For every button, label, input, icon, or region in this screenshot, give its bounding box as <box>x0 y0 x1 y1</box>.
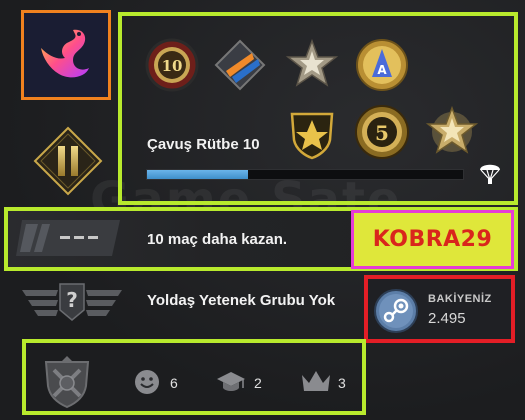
xp-progress-fill <box>147 170 249 179</box>
svg-text:10: 10 <box>162 57 183 75</box>
five-year-coin-icon[interactable]: 5 <box>354 104 410 160</box>
double-chevron-rank-icon <box>33 126 103 196</box>
avatar-highlight-frame <box>21 10 111 100</box>
service-10-coin-icon[interactable]: 10 <box>144 37 200 93</box>
svg-text:A: A <box>377 63 387 77</box>
silver-star-medal-icon[interactable] <box>284 37 340 93</box>
xp-progress-bar <box>146 169 464 180</box>
gold-pin-icon[interactable]: A <box>354 37 410 93</box>
commendations-highlight-frame <box>22 339 366 415</box>
gold-star-medal-icon[interactable] <box>424 104 480 160</box>
wallet-highlight-frame <box>364 275 515 343</box>
svg-text:5: 5 <box>375 121 389 145</box>
parachute-icon[interactable] <box>478 160 502 186</box>
svg-text:?: ? <box>66 288 78 312</box>
gold-shield-medal-icon[interactable] <box>284 104 340 160</box>
skill-group-text: Yoldaş Yetenek Grubu Yok <box>147 292 336 309</box>
operation-coin-icon[interactable] <box>212 37 268 93</box>
promo-highlight-frame <box>351 210 514 269</box>
rank-name: Çavuş Rütbe 10 <box>147 136 260 153</box>
unknown-skill-group-icon: ? <box>22 283 122 321</box>
